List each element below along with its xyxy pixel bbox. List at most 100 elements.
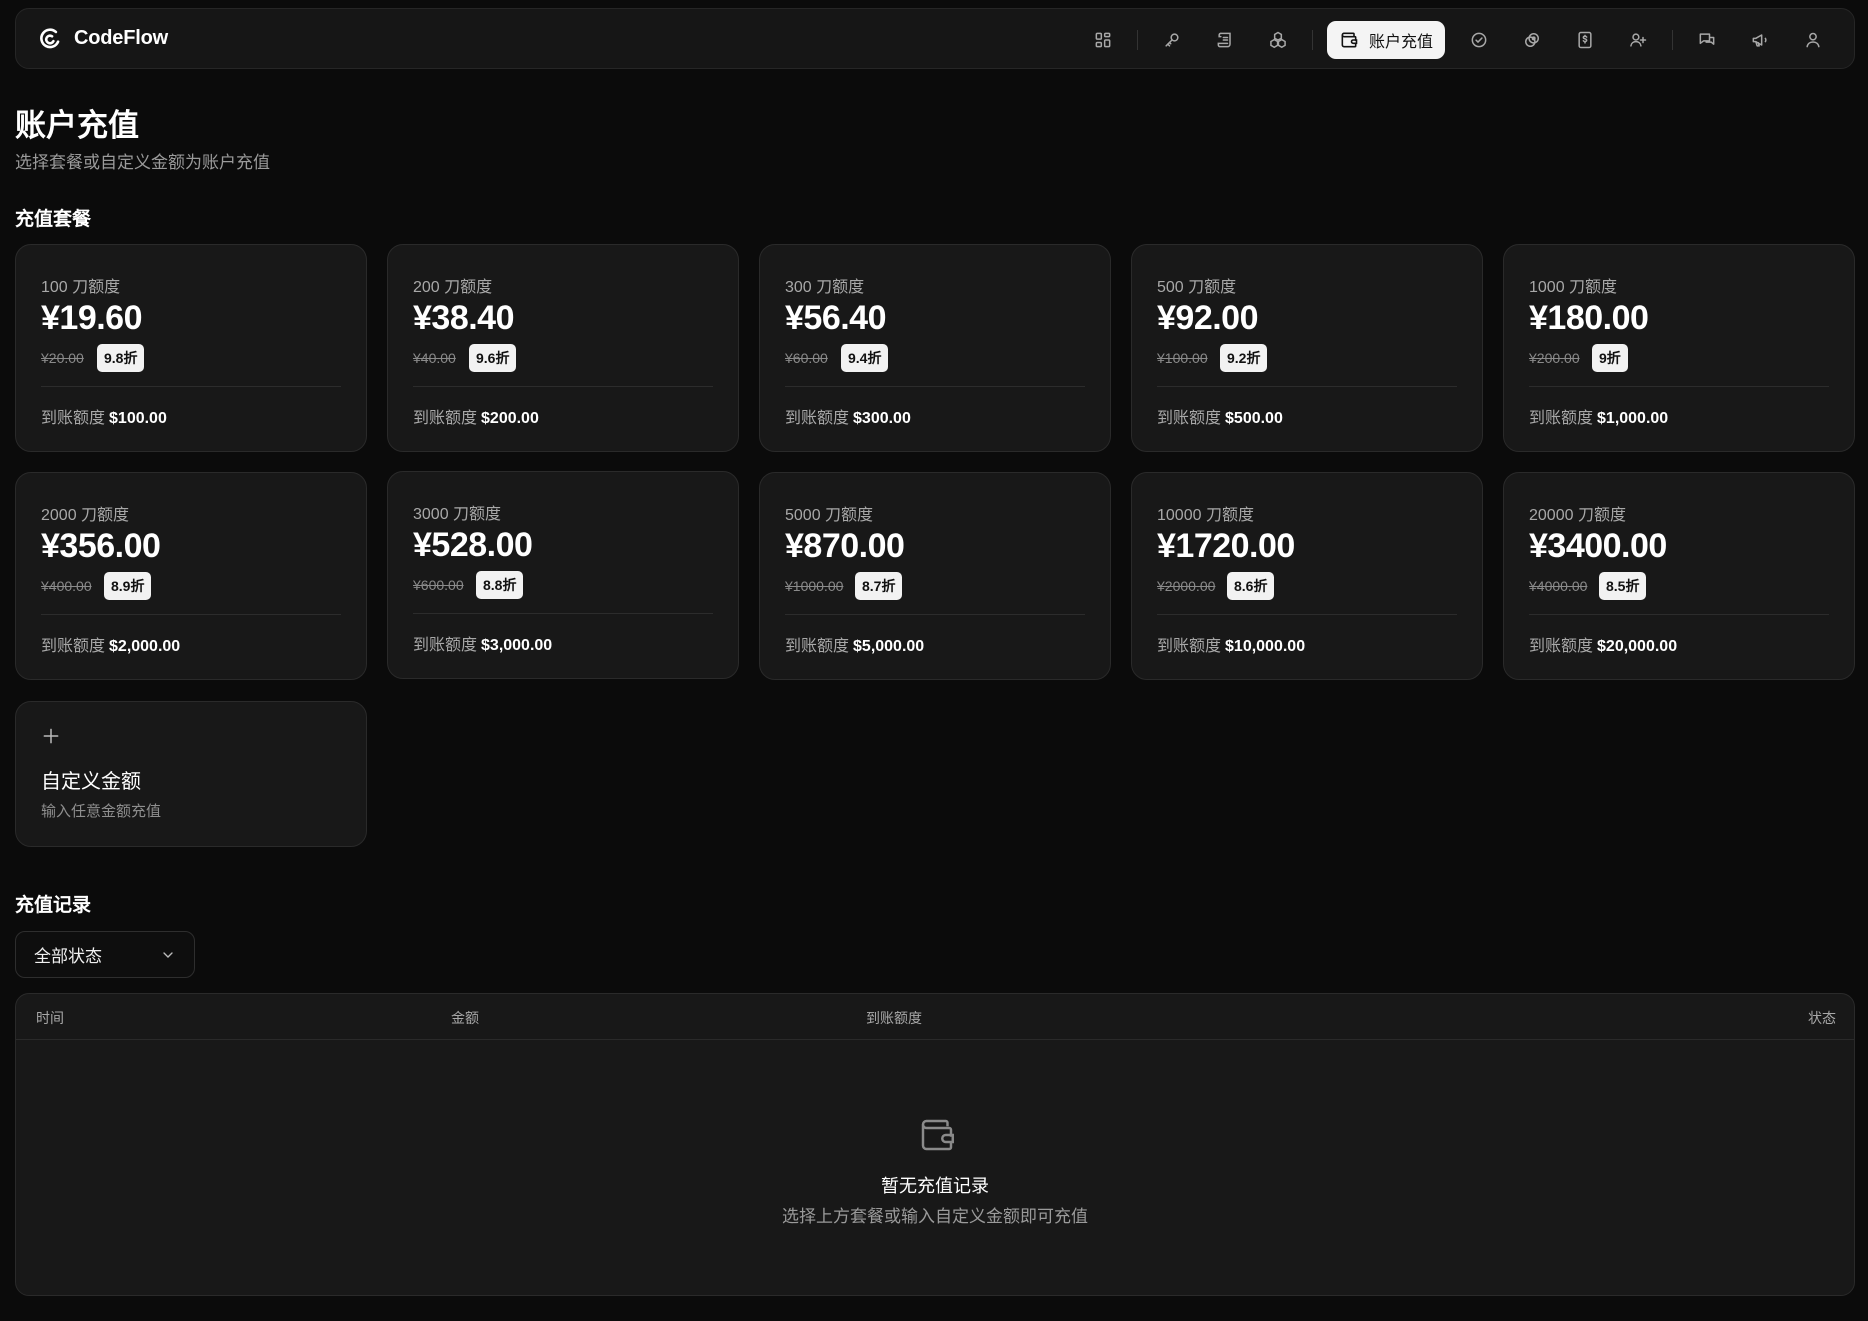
package-price: ¥180.00 [1529,299,1649,337]
card-divider [41,386,341,387]
credit-amount: $3,000.00 [481,637,553,654]
package-name: 200 刀额度 [413,279,493,296]
credit-label: 到账额度 [1157,410,1222,427]
brand[interactable]: CodeFlow [38,26,168,52]
package-name: 10000 刀额度 [1157,507,1254,524]
nav-recharge-label: 账户充值 [1368,33,1433,51]
package-card[interactable]: 3000 刀额度 ¥528.00 ¥600.00 8.8折 到账额度 $3,000… [387,471,739,679]
package-price: ¥56.40 [785,299,887,337]
models-icon[interactable] [1259,21,1297,59]
dashboard-icon[interactable] [1084,21,1122,59]
package-original-price: ¥60.00 [785,350,828,366]
credit-amount: $20,000.00 [1597,638,1678,655]
card-divider [785,386,1085,387]
package-name: 2000 刀额度 [41,507,130,524]
credit-amount: $5,000.00 [853,638,925,655]
package-price: ¥38.40 [413,299,515,337]
empty-state-subtitle: 选择上方套餐或输入自定义金额即可充值 [782,1207,1088,1226]
package-name: 3000 刀额度 [413,506,502,523]
profile-icon[interactable] [1794,21,1832,59]
package-credit: 到账额度 $500.00 [1157,404,1283,428]
discount-badge: 8.7折 [855,572,903,600]
empty-state-title: 暂无充值记录 [881,1176,989,1196]
package-credit: 到账额度 $10,000.00 [1157,632,1305,656]
credit-label: 到账额度 [41,410,106,427]
credit-amount: $2,000.00 [109,638,181,655]
chevron-down-icon [163,952,173,958]
megaphone-icon[interactable] [1741,21,1779,59]
custom-amount-title: 自定义金额 [41,771,141,793]
package-original-price: ¥200.00 [1529,350,1580,366]
plus-icon [43,728,59,744]
package-credit: 到账额度 $200.00 [413,404,539,428]
package-card[interactable]: 500 刀额度 ¥92.00 ¥100.00 9.2折 到账额度 $500.00 [1131,244,1483,452]
discount-badge: 9.8折 [97,344,145,372]
column-time: 时间 [36,1010,64,1026]
package-original-price: ¥1000.00 [785,578,844,594]
package-original-price: ¥4000.00 [1529,578,1588,594]
credit-label: 到账额度 [413,410,478,427]
codeflow-logo-icon [38,26,64,52]
package-credit: 到账额度 $3,000.00 [413,631,552,655]
credit-label: 到账额度 [785,410,850,427]
nav-divider [1672,29,1673,50]
package-original-price: ¥40.00 [413,350,456,366]
package-name: 5000 刀额度 [785,507,874,524]
packages-section-title: 充值套餐 [15,209,92,230]
card-divider [785,614,1085,615]
package-card[interactable]: 10000 刀额度 ¥1720.00 ¥2000.00 8.6折 到账额度 $10… [1131,472,1483,680]
package-card[interactable]: 200 刀额度 ¥38.40 ¥40.00 9.6折 到账额度 $200.00 [387,244,739,452]
package-card[interactable]: 100 刀额度 ¥19.60 ¥20.00 9.8折 到账额度 $100.00 [15,244,367,452]
package-original-price: ¥100.00 [1157,350,1208,366]
discount-badge: 8.5折 [1599,572,1647,600]
nav-divider [1311,29,1313,50]
card-divider [1529,386,1829,387]
custom-amount-subtitle: 输入任意金额充值 [41,803,162,820]
package-price: ¥92.00 [1157,299,1259,337]
discount-badge: 9折 [1592,344,1628,372]
logs-icon[interactable] [1206,21,1244,59]
column-credit: 到账额度 [866,1010,922,1026]
credit-label: 到账额度 [413,637,478,654]
credit-amount: $100.00 [109,410,167,427]
billing-icon[interactable] [1566,21,1604,59]
discount-badge: 9.6折 [469,344,517,372]
add-user-icon[interactable] [1619,21,1657,59]
credit-amount: $500.00 [1225,410,1283,427]
credit-label: 到账额度 [1529,638,1594,655]
credit-label: 到账额度 [1157,638,1222,655]
custom-amount-card[interactable]: 自定义金额 输入任意金额充值 [15,701,367,847]
package-card[interactable]: 2000 刀额度 ¥356.00 ¥400.00 8.9折 到账额度 $2,000… [15,472,367,680]
package-price: ¥3400.00 [1529,527,1667,565]
package-card[interactable]: 1000 刀额度 ¥180.00 ¥200.00 9折 到账额度 $1,000.0… [1503,244,1855,452]
nav-divider [1136,29,1138,50]
credit-amount: $1,000.00 [1597,410,1669,427]
package-card[interactable]: 300 刀额度 ¥56.40 ¥60.00 9.4折 到账额度 $300.00 [759,244,1111,452]
link-icon[interactable] [1513,21,1551,59]
credit-label: 到账额度 [1529,410,1594,427]
check-circle-icon[interactable] [1460,21,1498,59]
package-price: ¥870.00 [785,527,905,565]
package-credit: 到账额度 $20,000.00 [1529,632,1677,656]
package-credit: 到账额度 $5,000.00 [785,632,924,656]
wallet-icon [921,1119,954,1151]
card-divider [1529,614,1829,615]
package-credit: 到账额度 $100.00 [41,404,167,428]
discount-badge: 8.6折 [1227,572,1275,600]
column-amount: 金额 [451,1010,479,1026]
card-divider [41,614,341,615]
page-subtitle: 选择套餐或自定义金额为账户充值 [15,153,270,172]
package-card[interactable]: 5000 刀额度 ¥870.00 ¥1000.00 8.7折 到账额度 $5,00… [759,472,1111,680]
package-name: 20000 刀额度 [1529,507,1626,524]
chat-icon[interactable] [1688,21,1726,59]
card-divider [1157,614,1457,615]
key-icon[interactable] [1153,21,1191,59]
top-nav: 账户充值 [1069,9,1832,70]
package-card[interactable]: 20000 刀额度 ¥3400.00 ¥4000.00 8.5折 到账额度 $20… [1503,472,1855,680]
nav-recharge-button[interactable]: 账户充值 [1326,20,1445,59]
credit-label: 到账额度 [41,638,106,655]
discount-badge: 8.8折 [476,571,524,599]
status-filter-select[interactable]: 全部状态 [15,931,195,978]
card-divider [413,613,713,614]
card-divider [1157,386,1457,387]
